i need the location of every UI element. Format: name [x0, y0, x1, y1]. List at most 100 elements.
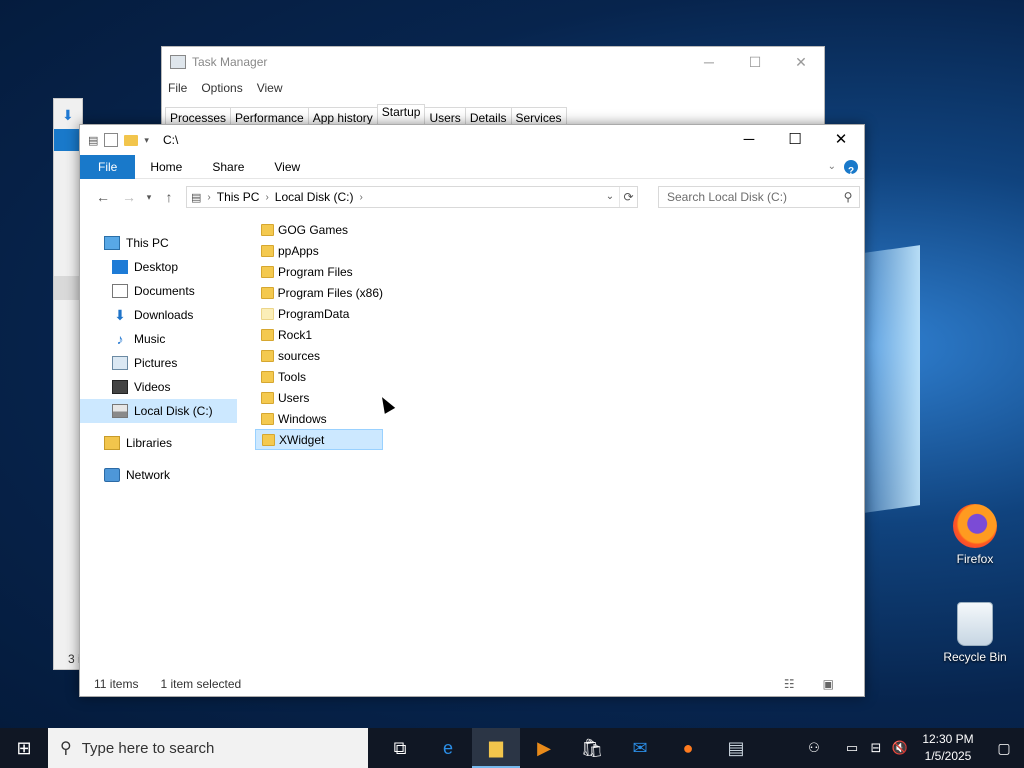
- people-icon[interactable]: ⚇: [802, 740, 826, 756]
- list-item[interactable]: ppApps: [255, 240, 383, 261]
- list-item[interactable]: Program Files (x86): [255, 282, 383, 303]
- network-tray-icon[interactable]: ⊟: [864, 740, 888, 756]
- nav-item-network[interactable]: Network: [80, 463, 240, 487]
- nav-item-this-pc[interactable]: This PC: [80, 231, 240, 255]
- breadcrumb-local-disk[interactable]: Local Disk (C:): [275, 190, 354, 204]
- expand-ribbon-icon[interactable]: ⌄: [828, 155, 836, 179]
- list-item[interactable]: GOG Games: [255, 219, 383, 240]
- store-icon: 🛍: [580, 737, 604, 758]
- minimize-icon[interactable]: ─: [726, 125, 772, 155]
- taskbar-media-player[interactable]: ▶: [520, 728, 568, 768]
- taskbar-task-manager[interactable]: ▤: [712, 728, 760, 768]
- clock[interactable]: 12:30 PM 1/5/2025: [912, 731, 984, 765]
- ribbon-file-tab[interactable]: File: [80, 154, 136, 179]
- navigation-bar: ← → ▾ ↑ ▤ › This PC › Local Disk (C:) › …: [80, 179, 864, 215]
- window-title: Task Manager: [192, 55, 268, 69]
- search-icon: ⚲: [60, 740, 72, 757]
- network-icon: [104, 468, 120, 482]
- list-item[interactable]: Windows: [255, 408, 383, 429]
- chevron-right-icon[interactable]: ›: [359, 192, 362, 203]
- back-arrow-icon[interactable]: ←: [90, 189, 116, 205]
- taskbar-mail[interactable]: ✉: [616, 728, 664, 768]
- ribbon-tab-share[interactable]: Share: [197, 155, 259, 179]
- list-item[interactable]: Users: [255, 387, 383, 408]
- address-dropdown-icon[interactable]: ⌄: [601, 187, 619, 207]
- chevron-right-icon[interactable]: ›: [207, 192, 210, 203]
- breadcrumb-this-pc[interactable]: This PC: [217, 190, 260, 204]
- nav-item-documents[interactable]: Documents: [80, 279, 240, 303]
- chevron-right-icon[interactable]: ›: [265, 192, 268, 203]
- close-icon[interactable]: ✕: [778, 54, 824, 71]
- menu-view[interactable]: View: [257, 81, 283, 95]
- large-icons-view-icon[interactable]: ▣: [823, 677, 834, 691]
- properties-icon[interactable]: [104, 133, 119, 147]
- folder-icon: [261, 328, 274, 341]
- taskbar-store[interactable]: 🛍: [568, 728, 616, 768]
- refresh-icon[interactable]: ⟳: [619, 187, 637, 207]
- taskbar-search-box[interactable]: ⚲ Type here to search: [48, 728, 368, 768]
- menu-bar: File Options View: [162, 77, 824, 99]
- list-item[interactable]: sources: [255, 345, 383, 366]
- task-view-button[interactable]: ⧉: [376, 728, 424, 768]
- chevron-down-icon[interactable]: ▾: [144, 135, 149, 146]
- file-name: Users: [278, 390, 310, 405]
- list-item[interactable]: Rock1: [255, 324, 383, 345]
- search-box[interactable]: Search Local Disk (C:) ⚲: [658, 186, 860, 208]
- window-title: C:\: [162, 133, 179, 147]
- list-item[interactable]: Tools: [255, 366, 383, 387]
- ribbon-tab-view[interactable]: View: [259, 155, 315, 179]
- desktop-icon-firefox[interactable]: Firefox: [940, 504, 1010, 566]
- list-item[interactable]: ProgramData: [255, 303, 383, 324]
- help-icon[interactable]: ?: [844, 159, 858, 177]
- list-item-selected[interactable]: XWidget: [255, 429, 383, 450]
- up-arrow-icon[interactable]: ↑: [156, 189, 182, 205]
- menu-file[interactable]: File: [168, 81, 187, 95]
- taskbar-edge[interactable]: e: [424, 728, 472, 768]
- folder-icon: [261, 349, 274, 362]
- explorer-titlebar[interactable]: ▤ ▾ C:\ ─ ☐ ✕: [80, 125, 864, 155]
- address-bar[interactable]: ▤ › This PC › Local Disk (C:) › ⌄ ⟳: [186, 186, 638, 208]
- nav-item-label: Pictures: [134, 356, 178, 370]
- nav-item-pictures[interactable]: Pictures: [80, 351, 240, 375]
- menu-options[interactable]: Options: [201, 81, 242, 95]
- nav-item-label: Libraries: [126, 436, 173, 450]
- maximize-icon[interactable]: ☐: [732, 54, 778, 71]
- start-button[interactable]: ⊞: [0, 728, 48, 768]
- ribbon-tab-home[interactable]: Home: [135, 155, 197, 179]
- new-folder-icon[interactable]: [124, 134, 139, 146]
- task-manager-titlebar[interactable]: Task Manager ─ ☐ ✕: [162, 47, 824, 77]
- folder-icon: [262, 433, 275, 446]
- folder-icon: [261, 265, 274, 278]
- nav-item-music[interactable]: ♪ Music: [80, 327, 240, 351]
- nav-item-videos[interactable]: Videos: [80, 375, 240, 399]
- volume-muted-icon[interactable]: 🔇: [888, 740, 912, 756]
- documents-icon: [112, 284, 128, 298]
- display-icon[interactable]: ▭: [840, 740, 864, 756]
- recycle-bin-icon: [957, 602, 993, 646]
- hidden-folder-icon: [261, 307, 274, 320]
- folder-icon: [261, 412, 274, 425]
- nav-item-libraries[interactable]: Libraries: [80, 431, 240, 455]
- downloads-icon: ⬇: [114, 307, 126, 323]
- desktop-icon-recycle-bin[interactable]: Recycle Bin: [940, 602, 1010, 664]
- file-name: Rock1: [278, 327, 313, 342]
- file-explorer-window: ▤ ▾ C:\ ─ ☐ ✕ File Home Share View ⌄ ? ←…: [79, 124, 865, 697]
- close-icon[interactable]: ✕: [818, 125, 864, 155]
- nav-item-desktop[interactable]: Desktop: [80, 255, 240, 279]
- list-item[interactable]: Program Files: [255, 261, 383, 282]
- forward-arrow-icon[interactable]: →: [116, 189, 142, 205]
- search-icon[interactable]: ⚲: [837, 190, 859, 204]
- taskbar-firefox[interactable]: ●: [664, 728, 712, 768]
- details-view-icon[interactable]: ☷: [784, 677, 795, 691]
- nav-item-label: Videos: [134, 380, 171, 394]
- minimize-icon[interactable]: ─: [686, 54, 732, 71]
- file-name: Windows: [278, 411, 327, 426]
- clock-time: 12:30 PM: [922, 732, 974, 746]
- nav-item-local-disk[interactable]: Local Disk (C:): [80, 399, 237, 423]
- nav-item-downloads[interactable]: ⬇ Downloads: [80, 303, 240, 327]
- recent-locations-icon[interactable]: ▾: [142, 192, 156, 203]
- taskbar-file-explorer[interactable]: ▆: [472, 728, 520, 768]
- maximize-icon[interactable]: ☐: [772, 125, 818, 155]
- action-center-icon[interactable]: ▢: [984, 740, 1024, 757]
- navigation-pane: This PC Desktop Documents ⬇ Downloads ♪ …: [80, 231, 240, 487]
